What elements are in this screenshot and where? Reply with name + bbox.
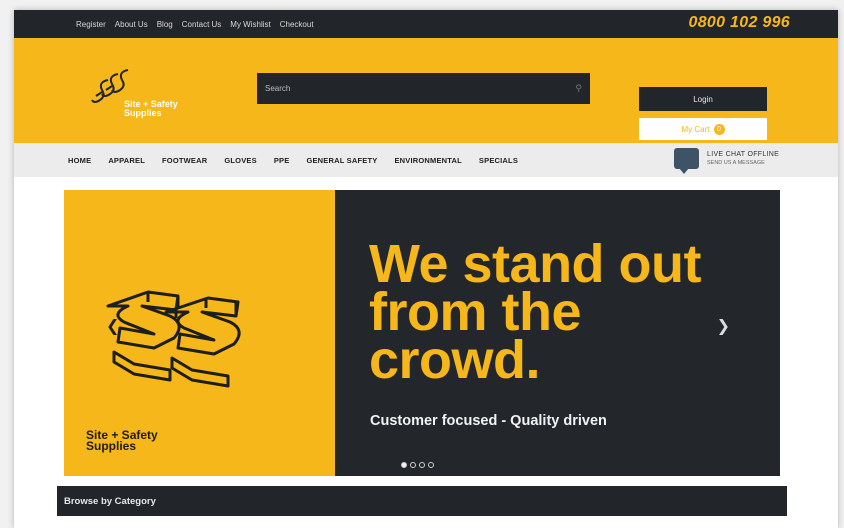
nav-item-apparel[interactable]: APPAREL: [108, 156, 145, 165]
carousel-next-icon[interactable]: ❯: [717, 316, 730, 336]
live-chat-title: LIVE CHAT OFFLINE: [707, 150, 780, 158]
live-chat-text: LIVE CHAT OFFLINE SEND US A MESSAGE: [707, 151, 779, 167]
search-icon[interactable]: ⚲: [575, 83, 582, 94]
top-bar: Register About Us Blog Contact Us My Wis…: [14, 10, 838, 38]
hero-logo-panel: Site + Safety Supplies ❮: [64, 190, 335, 476]
carousel-dot-3[interactable]: [419, 462, 425, 468]
my-wishlist-link[interactable]: My Wishlist: [230, 20, 270, 29]
live-chat-widget[interactable]: LIVE CHAT OFFLINE SEND US A MESSAGE: [674, 148, 779, 174]
hero-carousel: Site + Safety Supplies ❮ We stand out fr…: [64, 190, 780, 476]
browse-by-category-bar: Browse by Category: [57, 486, 787, 516]
nav-item-ppe[interactable]: PPE: [274, 156, 290, 165]
search-bar: ⚲: [257, 73, 590, 104]
nav-item-footwear[interactable]: FOOTWEAR: [162, 156, 207, 165]
cart-count-badge: 0: [713, 123, 725, 135]
contact-us-link[interactable]: Contact Us: [182, 20, 222, 29]
site-header: Site + Safety Supplies ⚲ Login My Cart 0: [14, 38, 838, 143]
cart-button[interactable]: My Cart 0: [639, 118, 767, 140]
browse-title: Browse by Category: [64, 495, 156, 507]
chat-bubble-icon: [674, 148, 699, 174]
nav-item-home[interactable]: HOME: [68, 156, 91, 165]
live-chat-subtitle: SEND US A MESSAGE: [707, 159, 765, 166]
main-nav: HOME APPAREL FOOTWEAR GLOVES PPE GENERAL…: [14, 143, 838, 177]
login-button[interactable]: Login: [639, 87, 767, 111]
about-us-link[interactable]: About Us: [115, 20, 148, 29]
hero-message-panel: We stand out from the crowd. Customer fo…: [335, 190, 780, 476]
phone-number[interactable]: 0800 102 996: [689, 14, 790, 32]
hero-logo-text: Site + Safety Supplies: [86, 428, 158, 453]
nav-item-general-safety[interactable]: GENERAL SAFETY: [306, 156, 377, 165]
checkout-link[interactable]: Checkout: [280, 20, 314, 29]
carousel-dots: [401, 462, 434, 468]
nav-item-environmental[interactable]: ENVIRONMENTAL: [394, 156, 461, 165]
search-input[interactable]: [265, 84, 576, 93]
cart-label: My Cart: [681, 124, 710, 134]
browser-page: Register About Us Blog Contact Us My Wis…: [14, 10, 838, 528]
nav-item-specials[interactable]: SPECIALS: [479, 156, 518, 165]
register-link[interactable]: Register: [76, 20, 106, 29]
carousel-prev-icon[interactable]: ❮: [106, 316, 119, 336]
carousel-dot-4[interactable]: [428, 462, 434, 468]
hero-headline: We stand out from the crowd.: [369, 234, 702, 390]
carousel-dot-1[interactable]: [401, 462, 407, 468]
carousel-dot-2[interactable]: [410, 462, 416, 468]
hero-tagline: Customer focused - Quality driven: [370, 413, 607, 429]
nav-item-gloves[interactable]: GLOVES: [224, 156, 256, 165]
top-links: Register About Us Blog Contact Us My Wis…: [76, 20, 314, 29]
blog-link[interactable]: Blog: [157, 20, 173, 29]
site-logo-text: Site + Safety Supplies: [124, 99, 178, 118]
login-label: Login: [693, 94, 713, 104]
